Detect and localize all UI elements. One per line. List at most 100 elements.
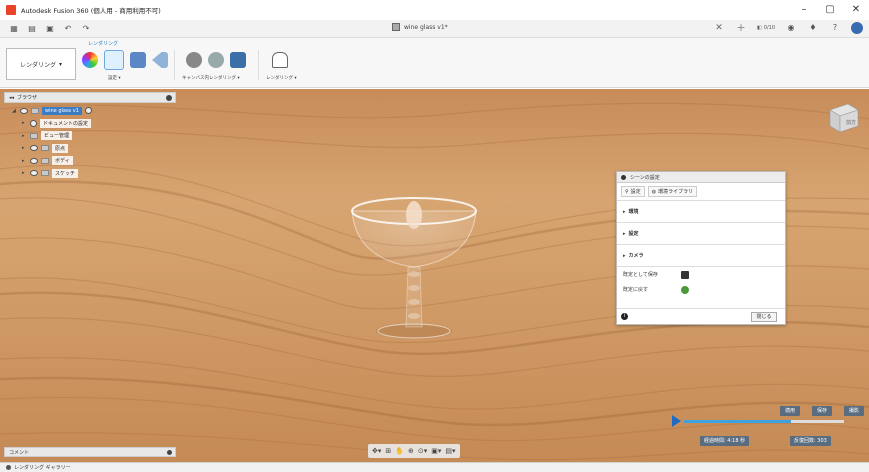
settings-menu-label[interactable]: 設定 ▾ [108,75,121,81]
save-as-default-row[interactable]: 既定として保存 [617,267,785,282]
activate-radio-icon[interactable] [84,107,92,114]
tab-environment-library-label: 環境ライブラリ [658,189,694,195]
canvas-render-stop-icon[interactable] [208,52,224,68]
render-menu-label[interactable]: レンダリング ▾ [266,75,297,81]
help-icon[interactable]: ? [829,22,841,34]
scene-settings-icon[interactable] [104,50,124,70]
redo-icon[interactable]: ↷ [80,23,92,35]
document-tab[interactable]: wine glass v1* [392,23,448,31]
grid-menu-icon[interactable]: ▦ [8,23,20,35]
pin-icon[interactable] [167,450,172,455]
display-settings-icon[interactable]: ▣▾ [431,447,441,455]
wrench-icon: ⚲ [625,188,629,195]
status-bar: レンダリング ギャラリー [0,462,869,472]
restore-default-label: 既定に戻す [623,287,649,293]
section-environment[interactable]: ▸ 環境 [617,201,785,223]
pin-icon[interactable] [166,95,172,101]
zoom-icon[interactable]: ⊕ [408,447,414,455]
tab-close-button[interactable]: ✕ [713,22,725,34]
restore-default-row[interactable]: 既定に戻す [617,282,785,297]
tab-environment-library[interactable]: ◍ 環境ライブラリ [647,186,698,197]
document-cube-icon [392,23,400,31]
render-apply-button[interactable]: 適用 [780,406,800,416]
expand-arrow-icon[interactable]: ◢ [12,108,17,114]
minimize-button[interactable]: – [795,3,813,17]
visibility-eye-icon[interactable] [30,170,38,176]
iterations-label: 反復回数: 303 [790,436,831,446]
decal-icon[interactable] [152,52,168,68]
workspace-dropdown[interactable]: レンダリング ▾ [6,48,76,80]
pan-icon[interactable]: ✋ [395,447,404,455]
close-button[interactable]: 閉じる [751,312,777,322]
extensions-icon[interactable]: ◉ [785,22,797,34]
tree-item-label: wine glass v1 [42,106,82,115]
tree-item-label: ドキュメントの設定 [40,118,92,128]
appearance-icon[interactable] [82,52,98,68]
visibility-eye-icon[interactable] [30,145,38,151]
zoom-window-icon[interactable]: ⊙▾ [418,447,427,455]
render-progress-track [684,420,844,423]
tree-item[interactable]: ▸ ドキュメントの設定 [22,118,92,129]
render-capture-icon[interactable] [230,52,246,68]
ribbon-toolbar: レンダリング レンダリング ▾ 設定 ▾ キャンバス内レンダリング ▾ レンダリ… [0,38,869,88]
restore-icon[interactable] [681,285,689,294]
orbit-constrained-icon[interactable]: ✥▾ [372,447,381,455]
ribbon-tab-render[interactable]: レンダリング [88,40,118,47]
browser-panel-header[interactable]: ◂◂ ブラウザ [4,92,176,103]
section-camera[interactable]: ▸ カメラ [617,245,785,267]
scene-settings-header[interactable]: シーンの設定 [617,172,785,183]
canvas-render-icon[interactable] [186,52,202,68]
collapse-arrow-icon[interactable]: ◂◂ [9,95,14,101]
render-capture-button[interactable]: 撮影 [844,406,864,416]
job-status-icon: ◧ [757,25,762,31]
panel-dot-icon [621,174,626,180]
tree-item[interactable]: ▸ スケッチ [22,168,92,179]
render-gallery-label[interactable]: レンダリング ギャラリー [14,464,71,471]
notification-bell-icon[interactable]: ♦ [807,22,819,34]
info-icon[interactable]: i [621,313,628,320]
expand-arrow-icon[interactable]: ▸ [22,133,27,139]
section-settings-label: 設定 [628,231,639,237]
scene-tabs: ⚲ 設定 ◍ 環境ライブラリ [617,183,785,201]
section-settings[interactable]: ▸ 設定 [617,223,785,245]
tree-item[interactable]: ▸ ボディ [22,155,92,166]
tree-item-root[interactable]: ◢ wine glass v1 [12,105,92,116]
gallery-dot-icon[interactable] [6,465,11,470]
new-tab-button[interactable]: + [735,22,747,34]
view-cube[interactable]: 前方 [826,100,860,136]
expand-arrow-icon[interactable]: ▸ [22,158,27,164]
play-icon[interactable] [672,415,681,427]
close-window-button[interactable]: ✕ [847,3,865,17]
render-save-button[interactable]: 保存 [812,406,832,416]
expand-arrow-icon[interactable]: ▸ [22,170,27,176]
component-icon [31,107,39,114]
file-icon[interactable]: ▤ [26,23,38,35]
expand-arrow-icon[interactable]: ▸ [22,145,27,151]
expand-arrow-icon[interactable]: ▸ [22,120,27,126]
look-at-icon[interactable]: ⊞ [385,447,391,455]
visibility-eye-icon[interactable] [20,107,28,114]
texture-map-icon[interactable] [130,52,146,68]
expand-arrow-icon[interactable]: ▸ [623,231,626,237]
render-teapot-icon[interactable] [272,52,288,68]
visibility-eye-icon[interactable] [30,157,38,164]
save-icon[interactable] [681,270,689,279]
document-tab-label: wine glass v1* [404,23,448,31]
tree-item[interactable]: ▸ ビュー管理 [22,130,92,141]
expand-arrow-icon[interactable]: ▸ [623,253,626,259]
workspace-label: レンダリング [19,61,56,69]
maximize-button[interactable]: ▢ [821,3,839,17]
save-icon[interactable]: ▣ [44,23,56,35]
tree-item-label: 原点 [52,143,69,153]
undo-icon[interactable]: ↶ [62,23,74,35]
folder-icon [41,157,49,164]
job-status[interactable]: ◧ 0/10 [757,22,775,34]
comments-panel[interactable]: コメント [4,447,176,457]
quick-access-toolbar: ▦ ▤ ▣ ↶ ↷ wine glass v1* ✕ + ◧ 0/10 ◉ ♦ … [0,20,869,38]
viewport-icon[interactable]: ▤▾ [445,447,455,455]
user-avatar[interactable] [851,22,863,34]
tab-settings[interactable]: ⚲ 設定 [621,186,645,197]
canvas-render-menu-label[interactable]: キャンバス内レンダリング ▾ [182,75,240,81]
tree-item[interactable]: ▸ 原点 [22,143,92,154]
expand-arrow-icon[interactable]: ▸ [623,209,626,215]
